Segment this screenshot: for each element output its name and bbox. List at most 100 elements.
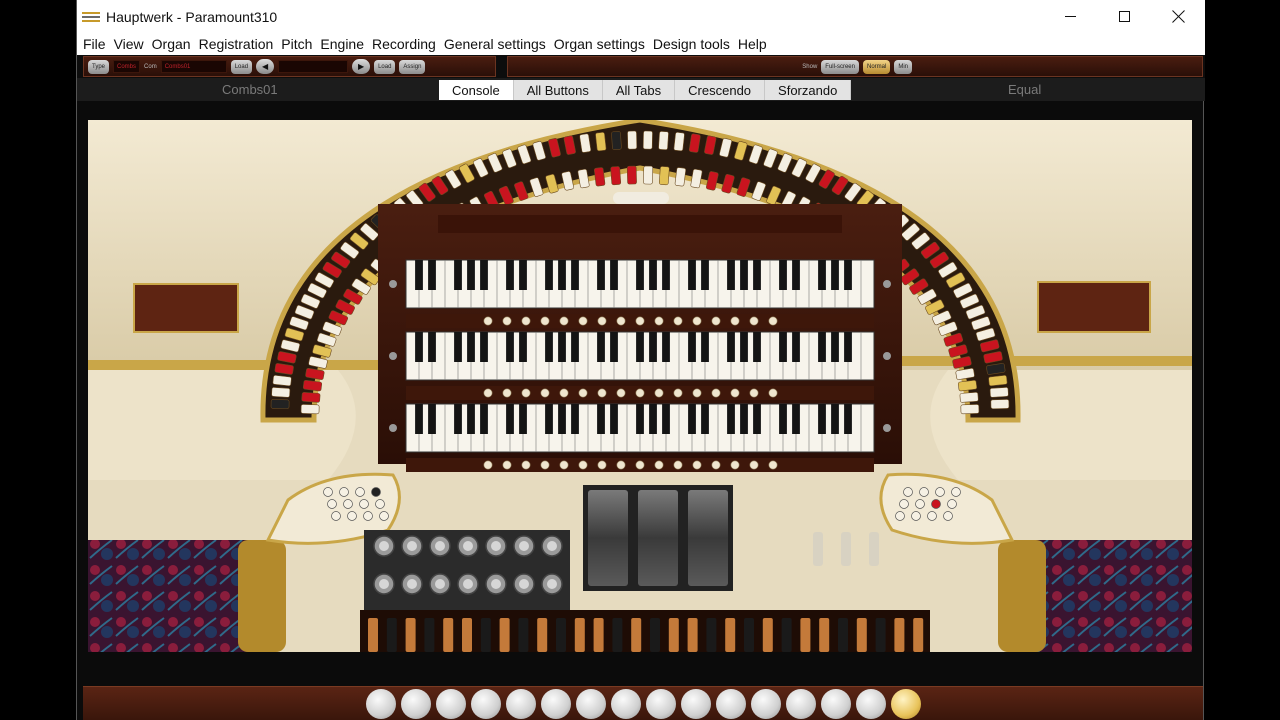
menu-registration[interactable]: Registration: [195, 36, 278, 52]
pedal-key[interactable]: [368, 618, 378, 652]
menu-view[interactable]: View: [110, 36, 148, 52]
thumb-piston[interactable]: [692, 316, 702, 326]
pedal-key[interactable]: [819, 618, 830, 652]
stop-tab[interactable]: [673, 132, 685, 152]
next-combination-button[interactable]: ▶: [352, 59, 371, 74]
expression-shoe-3[interactable]: [688, 490, 728, 586]
thumb-piston[interactable]: [730, 316, 740, 326]
tab-all-tabs[interactable]: All Tabs: [602, 80, 676, 100]
pedal-key[interactable]: [631, 618, 642, 652]
general-piston[interactable]: [610, 688, 641, 719]
thumb-piston[interactable]: [749, 388, 759, 398]
pedal-key[interactable]: [913, 618, 924, 652]
thumb-piston[interactable]: [578, 388, 588, 398]
pedal-key[interactable]: [800, 618, 811, 652]
menu-organ-settings[interactable]: Organ settings: [550, 36, 649, 52]
general-piston[interactable]: [820, 688, 851, 719]
stop-tab[interactable]: [957, 379, 978, 392]
thumb-piston[interactable]: [654, 460, 664, 470]
stop-tab[interactable]: [611, 131, 622, 151]
menu-recording[interactable]: Recording: [368, 36, 440, 52]
toe-lever-1[interactable]: [813, 532, 823, 566]
thumb-piston[interactable]: [635, 460, 645, 470]
stop-tab[interactable]: [959, 392, 979, 403]
stop-tab[interactable]: [610, 166, 622, 186]
thumb-piston[interactable]: [616, 316, 626, 326]
general-piston[interactable]: [855, 688, 886, 719]
thumb-piston[interactable]: [673, 460, 683, 470]
organ-console-image[interactable]: [88, 120, 1192, 652]
pedal-key[interactable]: [518, 618, 529, 652]
thumb-piston[interactable]: [654, 316, 664, 326]
general-piston[interactable]: [890, 688, 921, 719]
pedal-key[interactable]: [725, 618, 736, 652]
load-combination-button[interactable]: Load: [230, 59, 253, 74]
stop-tab[interactable]: [272, 375, 292, 387]
type-button[interactable]: Type: [88, 59, 110, 74]
general-piston[interactable]: [540, 688, 571, 719]
stop-tab[interactable]: [626, 165, 637, 185]
menu-pitch[interactable]: Pitch: [277, 36, 316, 52]
thumb-piston[interactable]: [502, 388, 512, 398]
thumb-piston[interactable]: [673, 316, 683, 326]
thumb-piston[interactable]: [711, 388, 721, 398]
thumb-piston[interactable]: [483, 316, 493, 326]
general-piston[interactable]: [785, 688, 816, 719]
thumb-piston[interactable]: [749, 460, 759, 470]
pedal-key[interactable]: [386, 618, 397, 652]
stop-tab[interactable]: [627, 130, 638, 150]
general-piston[interactable]: [505, 688, 536, 719]
thumb-piston[interactable]: [711, 460, 721, 470]
thumb-piston[interactable]: [483, 460, 493, 470]
min-button[interactable]: Min: [894, 59, 912, 74]
pedal-key[interactable]: [480, 618, 491, 652]
stop-tab[interactable]: [642, 130, 653, 150]
thumb-piston[interactable]: [578, 460, 588, 470]
thumb-piston[interactable]: [597, 460, 607, 470]
thumb-piston[interactable]: [768, 388, 778, 398]
thumb-piston[interactable]: [597, 316, 607, 326]
pedal-key[interactable]: [856, 618, 867, 652]
thumb-piston[interactable]: [578, 316, 588, 326]
thumb-piston[interactable]: [730, 460, 740, 470]
stop-tab[interactable]: [300, 404, 320, 415]
menu-organ[interactable]: Organ: [148, 36, 195, 52]
stop-tab[interactable]: [301, 392, 321, 403]
tab-all-buttons[interactable]: All Buttons: [513, 80, 603, 100]
full-screen-button[interactable]: Full-screen: [821, 59, 859, 74]
thumb-piston[interactable]: [521, 460, 531, 470]
thumb-piston[interactable]: [616, 460, 626, 470]
stop-tab[interactable]: [960, 404, 980, 415]
thumb-piston[interactable]: [635, 316, 645, 326]
stop-tab[interactable]: [988, 375, 1008, 387]
thumb-piston[interactable]: [540, 460, 550, 470]
previous-combination-button[interactable]: ◀: [256, 59, 275, 74]
tab-console[interactable]: Console: [439, 80, 514, 100]
close-button[interactable]: [1151, 0, 1205, 33]
thumb-piston[interactable]: [559, 388, 569, 398]
thumb-piston[interactable]: [692, 460, 702, 470]
thumb-piston[interactable]: [692, 388, 702, 398]
pedal-key[interactable]: [424, 618, 435, 652]
thumb-piston[interactable]: [521, 388, 531, 398]
stop-tab[interactable]: [658, 131, 669, 151]
general-piston[interactable]: [645, 688, 676, 719]
thumb-piston[interactable]: [559, 460, 569, 470]
stop-tab[interactable]: [271, 387, 291, 398]
maximize-button[interactable]: [1097, 0, 1151, 33]
pedal-key[interactable]: [462, 618, 472, 652]
thumb-piston[interactable]: [749, 316, 759, 326]
thumb-piston[interactable]: [502, 316, 512, 326]
thumb-piston[interactable]: [540, 388, 550, 398]
stop-tab[interactable]: [643, 165, 654, 185]
tab-crescendo[interactable]: Crescendo: [675, 80, 766, 100]
thumb-piston[interactable]: [635, 388, 645, 398]
minimize-button[interactable]: [1043, 0, 1097, 33]
pedal-key[interactable]: [744, 618, 754, 652]
pedal-key[interactable]: [499, 618, 510, 652]
pedal-key[interactable]: [612, 618, 623, 652]
thumb-piston[interactable]: [521, 316, 531, 326]
menu-design-tools[interactable]: Design tools: [649, 36, 734, 52]
stop-tab[interactable]: [989, 387, 1009, 398]
stop-tab[interactable]: [593, 167, 606, 187]
